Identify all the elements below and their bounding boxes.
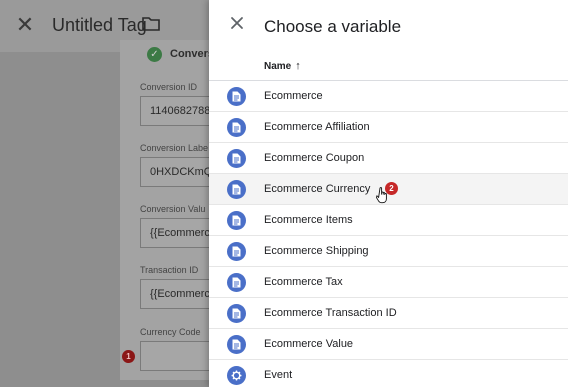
currency-code-field[interactable] <box>140 341 220 371</box>
close-icon[interactable]: ✕ <box>14 14 36 36</box>
variable-label: Ecommerce Coupon <box>264 152 365 164</box>
document-icon <box>227 149 246 168</box>
variable-list: Ecommerce Ecommerce Affiliation Ecommerc… <box>209 81 568 387</box>
variable-label: Ecommerce Value <box>264 338 354 350</box>
field-label-transaction-id: Transaction ID <box>140 265 199 275</box>
variable-label: Ecommerce Currency <box>264 183 371 195</box>
field-label-conversion-value: Conversion Valu <box>140 204 206 214</box>
transaction-id-field[interactable]: {{Ecommerc <box>140 279 220 309</box>
field-label-conversion-id: Conversion ID <box>140 82 198 92</box>
document-icon <box>227 211 246 230</box>
document-icon <box>227 242 246 261</box>
conversion-value-field[interactable]: {{Ecommerc <box>140 218 220 248</box>
arrow-up-icon: ↑ <box>295 60 301 72</box>
name-column-header[interactable]: Name ↑ <box>264 60 301 72</box>
field-label-conversion-label: Conversion Labe <box>140 143 209 153</box>
variable-label: Ecommerce Shipping <box>264 245 369 257</box>
variable-row-ecommerce[interactable]: Ecommerce <box>209 81 568 112</box>
check-circle-icon: ✓ <box>147 47 162 62</box>
variable-row-ecommerce-tax[interactable]: Ecommerce Tax <box>209 267 568 298</box>
variable-row-ecommerce-value[interactable]: Ecommerce Value <box>209 329 568 360</box>
field-label-currency-code: Currency Code <box>140 327 201 337</box>
variable-label: Ecommerce Tax <box>264 276 343 288</box>
variable-row-event[interactable]: Event <box>209 360 568 387</box>
variable-row-ecommerce-currency[interactable]: Ecommerce Currency 2 <box>209 174 568 205</box>
variable-row-ecommerce-coupon[interactable]: Ecommerce Coupon <box>209 143 568 174</box>
variable-label: Ecommerce Transaction ID <box>264 307 397 319</box>
step-marker-1: 1 <box>122 350 135 363</box>
document-icon <box>227 87 246 106</box>
close-icon[interactable] <box>229 15 245 31</box>
conversion-label-field[interactable]: 0HXDCKmQ <box>140 157 220 187</box>
document-icon <box>227 304 246 323</box>
section-heading: Convers <box>170 48 215 60</box>
tag-title[interactable]: Untitled Tag <box>52 15 147 36</box>
name-column-label: Name <box>264 60 292 72</box>
document-icon <box>227 180 246 199</box>
variable-label: Event <box>264 369 293 381</box>
hand-pointer-icon <box>376 187 387 204</box>
variable-row-ecommerce-items[interactable]: Ecommerce Items <box>209 205 568 236</box>
folder-icon[interactable] <box>142 16 160 31</box>
variable-label: Ecommerce <box>264 90 323 102</box>
variable-label: Ecommerce Items <box>264 214 353 226</box>
conversion-id-field[interactable]: 1140682788 <box>140 96 220 126</box>
choose-variable-panel: Choose a variable Name ↑ Ecommerce Ecomm… <box>209 0 568 387</box>
document-icon <box>227 335 246 354</box>
document-icon <box>227 273 246 292</box>
variable-row-ecommerce-transaction-id[interactable]: Ecommerce Transaction ID <box>209 298 568 329</box>
document-icon <box>227 118 246 137</box>
variable-label: Ecommerce Affiliation <box>264 121 370 133</box>
variable-row-ecommerce-affiliation[interactable]: Ecommerce Affiliation <box>209 112 568 143</box>
gear-icon <box>227 366 246 385</box>
panel-title: Choose a variable <box>264 17 402 36</box>
variable-row-ecommerce-shipping[interactable]: Ecommerce Shipping <box>209 236 568 267</box>
